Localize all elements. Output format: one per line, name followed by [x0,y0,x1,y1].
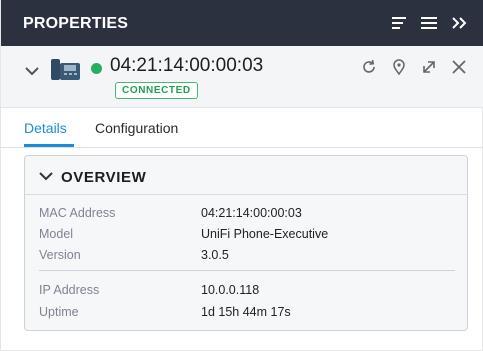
chevron-down-icon[interactable] [25,63,39,81]
titlebar-controls [388,12,470,34]
close-icon[interactable] [448,56,470,78]
divider [39,270,455,271]
property-label: Version [39,248,81,262]
menu-icon[interactable] [418,12,440,34]
location-pin-icon[interactable] [388,56,410,78]
overview-section: OVERVIEW MAC Address 04:21:14:00:00:03 M… [24,155,468,331]
tab-configuration[interactable]: Configuration [95,120,178,136]
overview-title: OVERVIEW [61,168,147,186]
sort-lines-icon[interactable] [388,12,410,34]
chevron-down-icon[interactable] [39,168,53,186]
device-header: 04:21:14:00:00:03 CONNECTED [1,46,483,108]
double-chevron-right-icon[interactable] [448,12,470,34]
panel-title: PROPERTIES [23,15,129,32]
status-badge: CONNECTED [115,82,198,99]
property-label: MAC Address [39,206,116,220]
device-name: 04:21:14:00:00:03 [110,55,264,76]
expand-icon[interactable] [418,56,440,78]
tab-bar: Details Configuration [1,107,483,148]
property-value: UniFi Phone-Executive [201,227,329,241]
divider [25,194,467,195]
property-value: 10.0.0.118 [201,283,260,297]
tab-details[interactable]: Details [24,120,67,136]
property-label: IP Address [39,283,100,297]
active-tab-indicator [24,144,74,147]
property-value: 04:21:14:00:00:03 [201,206,302,220]
refresh-icon[interactable] [358,56,380,78]
phone-icon [50,56,82,87]
device-actions [358,56,470,78]
property-label: Model [39,227,74,241]
property-value: 3.0.5 [201,248,229,262]
status-dot [91,63,102,74]
overview-header[interactable]: OVERVIEW [39,168,146,186]
property-value: 1d 15h 44m 17s [201,305,291,319]
panel-titlebar: PROPERTIES [1,0,483,46]
properties-panel: PROPERTIES 04:21:14:00:00:03 CONNECTED D… [0,0,483,351]
property-label: Uptime [39,305,79,319]
